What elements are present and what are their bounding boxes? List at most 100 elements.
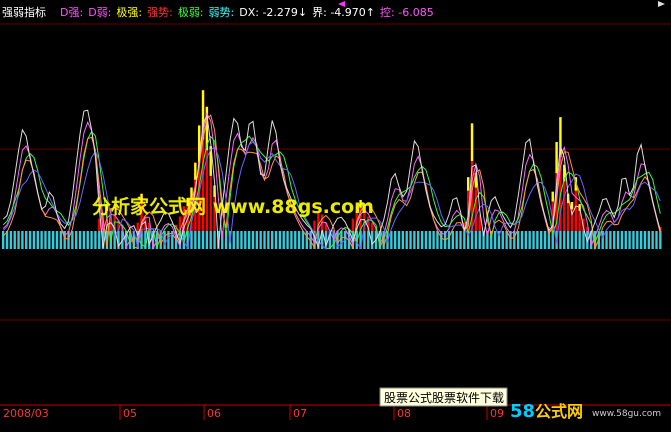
bar-positive <box>370 222 374 231</box>
band-bar <box>286 231 289 249</box>
band-bar <box>290 231 293 249</box>
legend-item: 控: -6.085 <box>380 5 434 19</box>
tooltip: 股票公式股票软件下载 <box>379 387 508 407</box>
band-bar <box>428 231 431 249</box>
band-bar <box>609 231 612 249</box>
band-bar <box>601 231 604 249</box>
band-bar <box>478 231 481 249</box>
bar-positive <box>136 222 139 231</box>
band-bar <box>32 231 36 249</box>
band-bar <box>263 231 266 249</box>
bar-top-yellow <box>551 191 554 202</box>
band-bar <box>520 231 524 249</box>
band-bar <box>282 231 285 249</box>
band-bar <box>205 231 209 249</box>
brand-number: 58 <box>510 401 535 422</box>
month-label: 08 <box>397 407 411 420</box>
tooltip-text: 股票公式股票软件下载 <box>384 391 504 405</box>
band-bar <box>524 231 528 249</box>
band-bar <box>651 231 654 249</box>
band-bar <box>294 231 297 249</box>
band-bar <box>543 231 547 249</box>
band-bar <box>397 231 401 249</box>
band-bar <box>655 231 658 249</box>
band-bar <box>432 231 435 249</box>
band-bar <box>401 231 405 249</box>
band-bar <box>48 231 51 249</box>
band-bar <box>393 231 397 249</box>
band-bar <box>17 231 20 249</box>
legend-item: 极弱: <box>178 5 204 19</box>
band-bar <box>209 231 212 249</box>
band-bar <box>86 231 89 249</box>
band-bar <box>613 231 616 249</box>
band-bar <box>13 231 16 249</box>
month-label: 05 <box>123 407 137 420</box>
band-bar <box>493 231 497 249</box>
band-bar <box>40 231 43 249</box>
band-bar <box>194 231 197 249</box>
band-bar <box>59 231 63 249</box>
band-bar <box>643 231 647 249</box>
band-bar <box>451 231 455 249</box>
band-bar <box>21 231 24 249</box>
chart-panel: 强弱指标 D强: D弱: 极强: 强势: 极弱: 弱势: DX: -2.279↓ 界: -4.… <box>0 0 671 428</box>
band-bar <box>98 231 101 249</box>
legend-item: 极强: <box>116 5 142 19</box>
legend-item: D弱: <box>88 6 111 19</box>
bar-top-yellow <box>555 141 558 174</box>
band-bar <box>28 231 32 249</box>
legend: 强弱指标 D强: D弱: 极强: 强势: 极弱: 弱势: DX: -2.279↓ 界: -4.… <box>2 5 434 19</box>
band-bar <box>55 231 59 249</box>
band-bar <box>632 231 635 249</box>
band-bar <box>578 231 581 249</box>
band-bar <box>363 231 366 249</box>
band-bar <box>255 231 259 249</box>
band-bar <box>259 231 262 249</box>
bar-top-yellow <box>467 177 470 191</box>
band-bar <box>463 231 466 249</box>
band-bar <box>447 231 451 249</box>
band-bar <box>405 231 408 249</box>
band-bar <box>390 231 393 249</box>
band-bar <box>413 231 416 249</box>
band-bar <box>340 231 343 249</box>
band-bar <box>417 231 420 249</box>
band-bar <box>201 231 205 249</box>
legend-item: 弱势: <box>209 6 235 19</box>
band-bar <box>267 231 270 249</box>
band-bar <box>474 231 478 249</box>
band-bar <box>616 231 620 249</box>
band-bar <box>574 231 577 249</box>
band-bar <box>559 231 562 249</box>
band-bar <box>420 231 424 249</box>
band-bar <box>278 231 282 249</box>
band-bar <box>605 231 608 249</box>
band-bar <box>528 231 531 249</box>
legend-item: DX: -2.279↓ <box>239 6 307 19</box>
bar-top-yellow <box>470 123 474 162</box>
band-bar <box>190 231 193 249</box>
band-bar <box>36 231 39 249</box>
band-bar <box>51 231 55 249</box>
band-bar <box>639 231 643 249</box>
legend-item: 强势: <box>147 6 173 19</box>
brand-url: www.58gu.com <box>592 409 661 419</box>
band-bar <box>301 231 305 249</box>
bar-positive <box>351 218 355 231</box>
band-bar <box>513 231 516 249</box>
band-bar <box>2 231 5 249</box>
brand-text: 公式网 <box>535 402 583 421</box>
band-bar <box>367 231 370 249</box>
watermark-text: 分析家公式网 www.88gs.com <box>92 195 374 218</box>
band-bar <box>9 231 13 249</box>
legend-item: D强: <box>60 6 83 19</box>
band-bar <box>271 231 274 249</box>
band-bar <box>94 231 97 249</box>
band-bar <box>620 231 624 249</box>
band-bar <box>232 231 235 249</box>
month-label: 06 <box>207 407 221 420</box>
band-bar <box>570 231 574 249</box>
chart-svg: 强弱指标 D强: D弱: 极强: 强势: 极弱: 弱势: DX: -2.279↓ 界: -4.… <box>0 0 671 428</box>
band-bar <box>532 231 535 249</box>
